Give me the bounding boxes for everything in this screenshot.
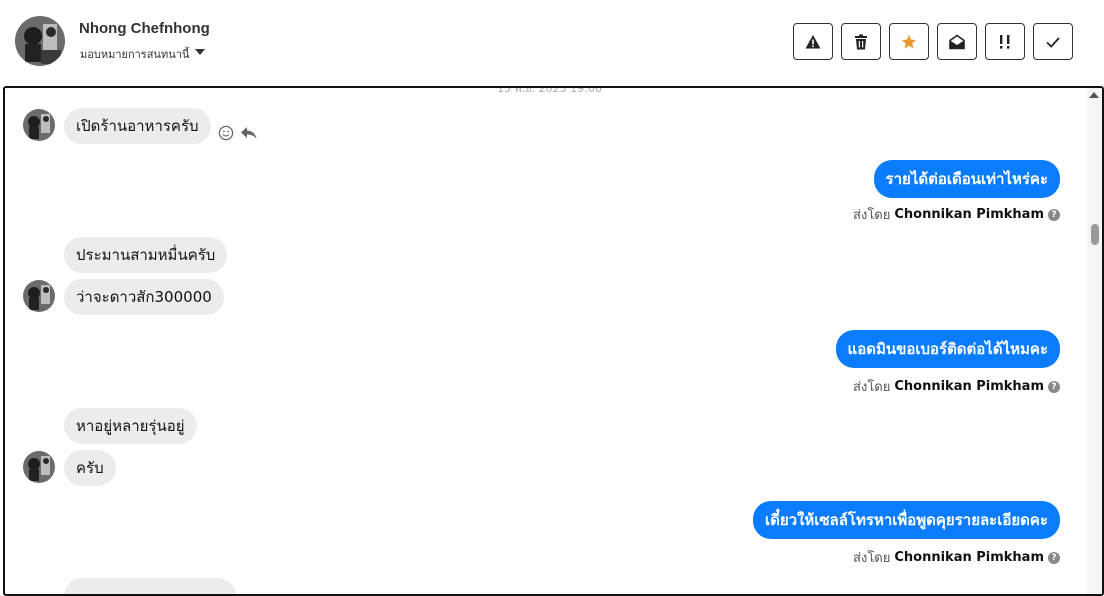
conversation-toolbar [793,23,1073,60]
message-bubble-outgoing: รายได้ต่อเดือนเท่าไหร่คะ [873,160,1060,198]
sender-avatar [23,280,55,312]
help-icon[interactable]: ? [1048,380,1060,393]
sent-by-prefix: ส่งโดย [853,380,891,395]
warning-icon [805,34,821,48]
mark-unread-button[interactable] [937,23,977,60]
star-button[interactable] [889,23,929,60]
message-bubble-outgoing: แอดมินขอเบอร์ติดต่อได้ไหมคะ [835,330,1060,368]
thread-scrollbar[interactable] [1087,88,1102,594]
chevron-down-icon [195,49,206,55]
message-bubble-incoming: หาอยู่หลายรุ่นอยู่ [64,408,197,444]
date-separator: 15 พ.ย. 2023 19:06 [497,86,602,95]
sent-by-line: ส่งโดย Chonnikan Pimkham ? [853,547,1060,568]
exclamation-icon [1000,34,1010,49]
scroll-up-arrow-icon[interactable] [1089,92,1099,98]
mark-important-button[interactable] [985,23,1025,60]
mark-done-button[interactable] [1033,23,1073,60]
message-bubble-incoming: เปิดร้านอาหารครับ [64,108,211,144]
message-bubble-outgoing: เดี๋ยวให้เซลล์โทรหาเพื่อพูดคุยรายละเอียด… [752,501,1060,539]
help-icon[interactable]: ? [1048,551,1060,564]
message-bubble-incoming: ประมานสามหมื่นครับ [64,237,228,273]
sender-avatar [23,451,55,483]
assign-dropdown[interactable]: มอบหมายการสนทนานี้ [80,45,206,63]
star-icon [901,34,917,48]
agent-name: Chonnikan Pimkham [894,550,1044,565]
sender-avatar [23,109,55,141]
reply-icon[interactable] [240,125,258,141]
message-bubble-incoming: ครับ [64,450,116,486]
sent-by-prefix: ส่งโดย [853,208,891,223]
contact-name: Nhong Chefnhong [79,20,210,37]
trash-icon [855,34,867,49]
check-icon [1046,36,1060,48]
message-bubble-incoming: ว่าจะดาวสัก300000 [64,279,224,315]
delete-button[interactable] [841,23,881,60]
agent-name: Chonnikan Pimkham [894,207,1044,222]
message-bubble-incoming-partial [64,578,236,594]
sent-by-prefix: ส่งโดย [853,551,891,566]
message-actions [218,125,258,141]
sent-by-line: ส่งโดย Chonnikan Pimkham ? [853,376,1060,397]
envelope-open-icon [949,34,965,49]
agent-name: Chonnikan Pimkham [894,379,1044,394]
assign-label: มอบหมายการสนทนานี้ [80,48,190,61]
sent-by-line: ส่งโดย Chonnikan Pimkham ? [853,204,1060,225]
conversation-header: Nhong Chefnhong มอบหมายการสนทนานี้ [0,0,1104,86]
report-spam-button[interactable] [793,23,833,60]
emoji-icon[interactable] [218,125,234,141]
message-thread[interactable]: 15 พ.ย. 2023 19:06 เปิดร้านอาหารครับ ราย… [3,86,1104,596]
scrollbar-thumb[interactable] [1091,224,1099,245]
help-icon[interactable]: ? [1048,208,1060,221]
contact-avatar[interactable] [15,16,65,66]
